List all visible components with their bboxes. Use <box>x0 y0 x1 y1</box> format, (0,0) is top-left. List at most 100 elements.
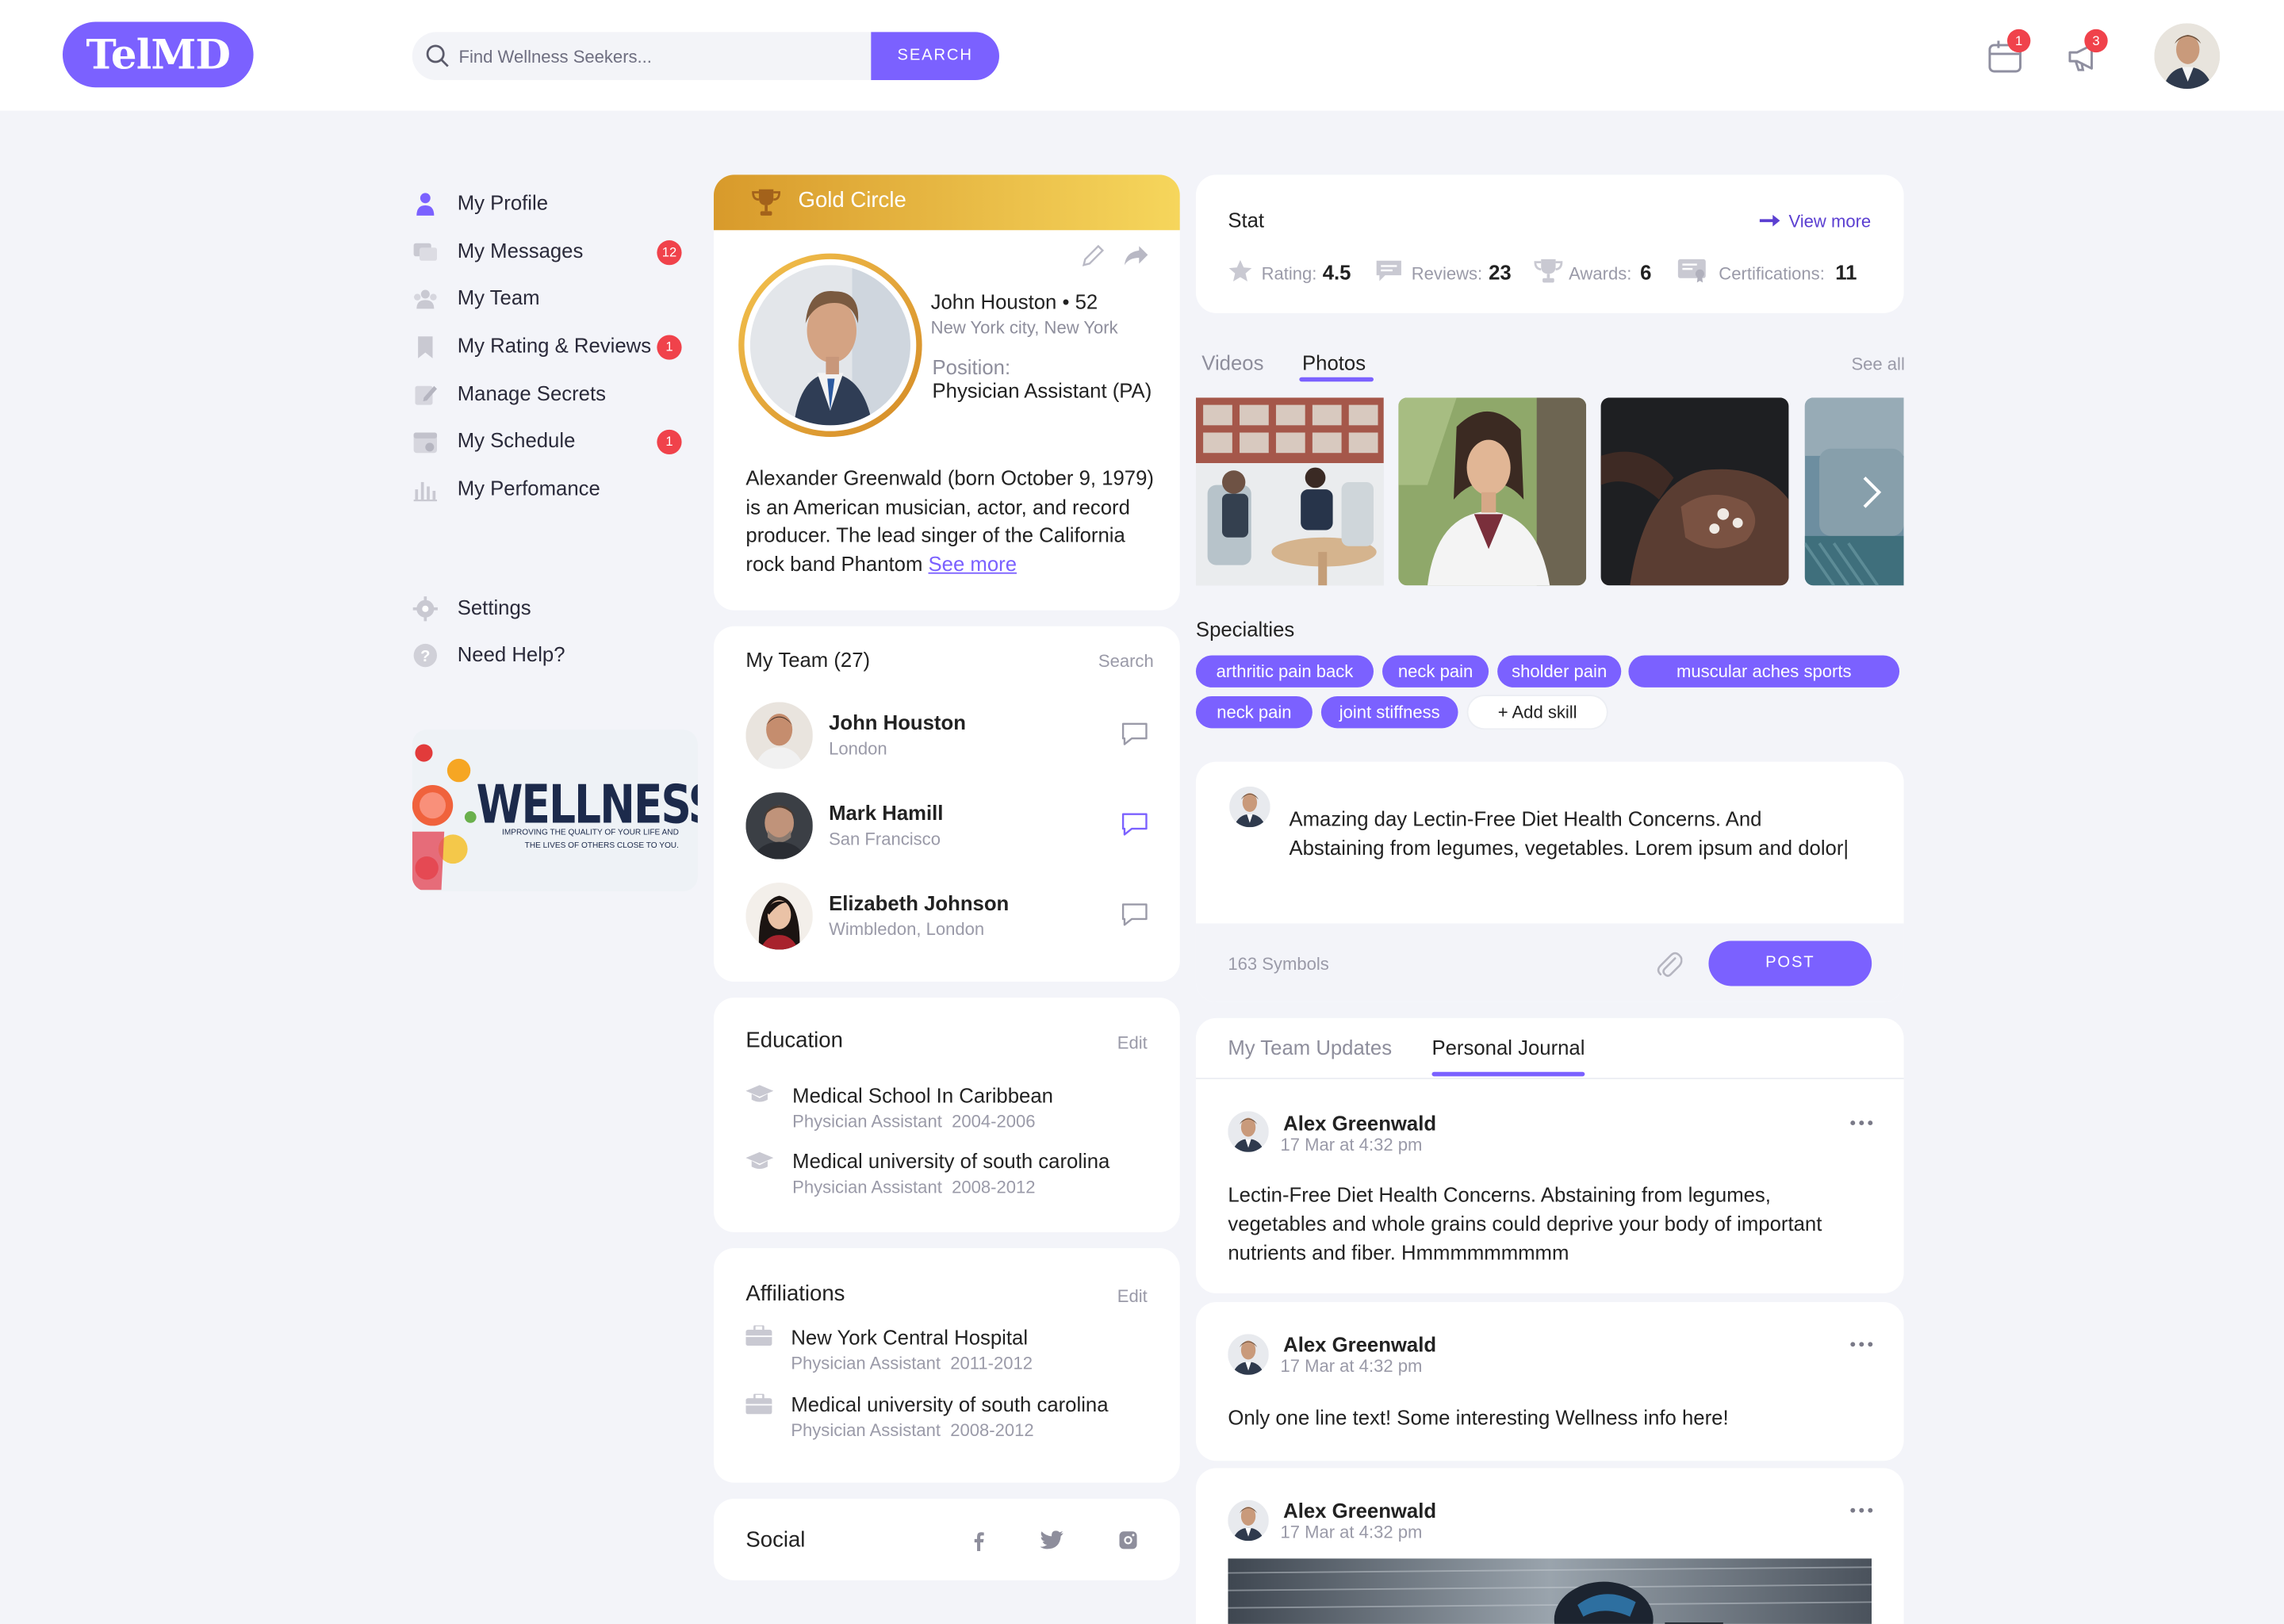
team-member[interactable]: John Houston London <box>714 702 1180 775</box>
rating-value: 4.5 <box>1322 260 1351 285</box>
position-label: Position: <box>932 355 1011 379</box>
education-meta: Physician Assistant 2008-2012 <box>792 1177 1035 1197</box>
photo-thumbnail[interactable] <box>1398 397 1587 586</box>
chat-icon[interactable] <box>1120 811 1149 837</box>
see-all-link[interactable]: See all <box>1851 354 1904 374</box>
sidebar-item-help[interactable]: ? Need Help? <box>412 638 689 672</box>
sidebar-item-label: My Team <box>457 285 540 309</box>
announcements-button[interactable]: 3 <box>2065 29 2108 76</box>
team-member[interactable]: Mark Hamill San Francisco <box>714 792 1180 865</box>
sports-image <box>1228 1558 1872 1624</box>
photo-thumbnail[interactable] <box>1804 397 1904 586</box>
education-edit-link[interactable]: Edit <box>1117 1032 1148 1053</box>
schedule-count-badge: 1 <box>657 429 682 455</box>
gear-icon <box>412 596 438 622</box>
specialty-tag[interactable]: joint stiffness <box>1320 695 1458 729</box>
affiliation-org: Medical university of south carolina <box>791 1392 1109 1416</box>
post-author[interactable]: Alex Greenwald <box>1283 1499 1436 1522</box>
hands-with-pills-image <box>1600 397 1789 586</box>
member-photo <box>745 883 813 950</box>
user-icon <box>416 193 435 216</box>
paperclip-icon[interactable] <box>1656 950 1683 979</box>
calendar-button[interactable]: 1 <box>1987 29 2031 76</box>
affiliations-card: Affiliations Edit New York Central Hospi… <box>713 1248 1180 1483</box>
wellness-banner[interactable]: WELLNESS IMPROVING THE QUALITY OF YOUR L… <box>412 730 698 892</box>
social-title: Social <box>745 1527 806 1553</box>
post-avatar <box>1228 1500 1269 1542</box>
chevron-right-icon[interactable] <box>1861 475 1882 510</box>
member-avatar <box>745 792 813 860</box>
post-image[interactable] <box>1228 1558 1872 1624</box>
sidebar-item-label: Manage Secrets <box>457 381 606 405</box>
view-more-link[interactable]: View more <box>1788 211 1871 232</box>
sidebar-item-my-messages[interactable]: My Messages 12 <box>412 235 689 270</box>
specialty-tag[interactable]: arthritic pain back <box>1195 655 1374 688</box>
see-more-link[interactable]: See more <box>929 552 1017 575</box>
sidebar-item-my-schedule[interactable]: My Schedule 1 <box>412 423 689 458</box>
photo-thumbnail[interactable] <box>1195 397 1384 586</box>
help-label: Need Help? <box>457 642 565 666</box>
specialty-tag[interactable]: muscular aches sports <box>1628 655 1900 688</box>
post-time: 17 Mar at 4:32 pm <box>1280 1522 1423 1543</box>
calendar-badge: 1 <box>2006 29 2031 53</box>
awards-label: Awards: <box>1569 263 1632 285</box>
twitter-icon[interactable] <box>1040 1530 1063 1549</box>
specialty-tag[interactable]: neck pain <box>1382 655 1489 688</box>
facebook-icon[interactable] <box>970 1530 987 1552</box>
specialty-tag[interactable]: sholder pain <box>1497 655 1622 688</box>
team-member[interactable]: Elizabeth Johnson Wimbledon, London <box>714 883 1180 956</box>
avatar-image <box>1228 1334 1269 1375</box>
profile-photo-ring <box>738 253 922 438</box>
rating-label: Rating: <box>1261 263 1317 285</box>
sidebar-item-my-profile[interactable]: My Profile <box>412 186 689 221</box>
sidebar-item-label: My Perfomance <box>457 476 600 500</box>
tab-photos[interactable]: Photos <box>1302 351 1366 374</box>
sidebar-item-label: My Rating & Reviews <box>457 333 652 357</box>
affiliations-edit-link[interactable]: Edit <box>1117 1286 1148 1307</box>
more-options-icon[interactable] <box>1850 1120 1873 1126</box>
certifications-label: Certifications: <box>1719 263 1825 285</box>
more-options-icon[interactable] <box>1850 1342 1873 1347</box>
user-avatar[interactable] <box>2154 23 2221 90</box>
therapy-session-image <box>1195 397 1384 586</box>
sidebar-item-settings[interactable]: Settings <box>412 592 689 626</box>
instagram-icon[interactable] <box>1119 1530 1138 1549</box>
composer-textarea[interactable]: Amazing day Lectin-Free Diet Health Conc… <box>1289 806 1857 863</box>
education-years: 2004-2006 <box>952 1111 1036 1132</box>
avatar-image <box>1228 1500 1269 1542</box>
post-author[interactable]: Alex Greenwald <box>1283 1111 1436 1134</box>
sidebar-item-my-perfomance[interactable]: My Perfomance <box>412 472 689 507</box>
team-search-link[interactable]: Search <box>1098 651 1154 672</box>
tab-personal-journal[interactable]: Personal Journal <box>1431 1036 1585 1059</box>
affiliation-years: 2011-2012 <box>950 1353 1033 1374</box>
post-button[interactable]: POST <box>1708 940 1872 986</box>
arrow-right-icon <box>1759 214 1780 227</box>
chat-icon[interactable] <box>1120 902 1149 928</box>
share-icon[interactable] <box>1123 243 1149 268</box>
search-button[interactable]: SEARCH <box>871 32 999 81</box>
more-options-icon[interactable] <box>1850 1507 1873 1513</box>
member-name: John Houston <box>829 710 966 734</box>
education-role: Physician Assistant <box>792 1111 942 1132</box>
pencil-icon[interactable] <box>1081 243 1106 268</box>
doctor-portrait-image <box>1398 397 1587 586</box>
post-author[interactable]: Alex Greenwald <box>1283 1333 1436 1356</box>
specialty-tag[interactable]: neck pain <box>1195 695 1313 729</box>
photo-thumbnail[interactable] <box>1600 397 1789 586</box>
reviews-value: 23 <box>1489 260 1512 285</box>
tab-videos[interactable]: Videos <box>1201 351 1263 374</box>
search-input[interactable] <box>458 32 867 81</box>
add-skill-button[interactable]: + Add skill <box>1468 695 1607 729</box>
tab-team-updates[interactable]: My Team Updates <box>1228 1036 1392 1059</box>
sidebar-item-my-rating-reviews[interactable]: My Rating & Reviews 1 <box>412 329 689 364</box>
app-logo[interactable]: TelMD <box>62 21 254 88</box>
banner-subtitle-line-2: THE LIVES OF OTHERS CLOSE TO YOU. <box>524 841 679 851</box>
education-role: Physician Assistant <box>792 1177 942 1197</box>
sidebar-item-manage-secrets[interactable]: Manage Secrets <box>412 377 689 412</box>
post-body: Lectin-Free Diet Health Concerns. Abstai… <box>1228 1182 1822 1265</box>
affiliation-years: 2008-2012 <box>950 1419 1034 1441</box>
education-meta: Physician Assistant 2004-2006 <box>792 1111 1035 1132</box>
post-time: 17 Mar at 4:32 pm <box>1280 1355 1423 1377</box>
sidebar-item-my-team[interactable]: My Team <box>412 281 689 316</box>
chat-icon[interactable] <box>1120 721 1149 747</box>
